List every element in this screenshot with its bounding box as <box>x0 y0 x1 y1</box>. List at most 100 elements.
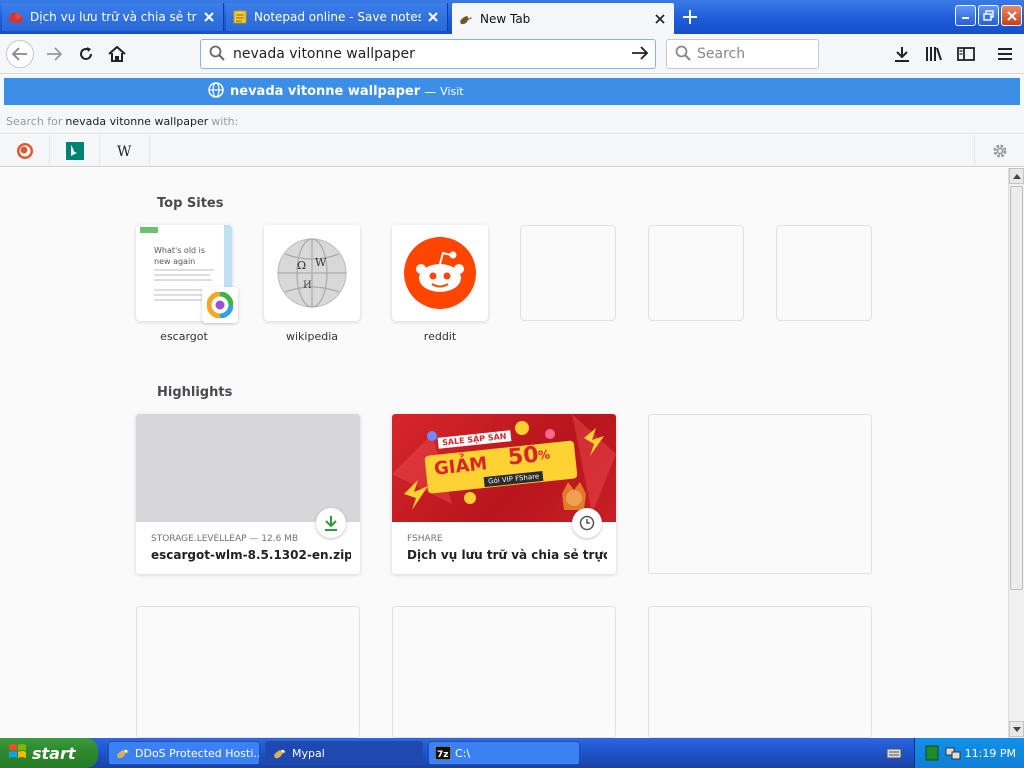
top-site-wikipedia[interactable]: Ω W И <box>264 225 360 321</box>
new-tab-page: Top Sites What's old is new again escarg… <box>0 168 1008 738</box>
top-site-escargot[interactable]: What's old is new again <box>136 225 238 323</box>
tab-fshare[interactable]: Dịch vụ lưu trữ và chia sẻ trực tuyến <box>2 3 224 31</box>
start-label: start <box>32 743 76 763</box>
navigation-toolbar: nevada vitonne wallpaper Search <box>0 34 1024 74</box>
escargot-favicon <box>202 287 238 323</box>
url-bar[interactable]: nevada vitonne wallpaper <box>200 39 656 69</box>
svg-text:W: W <box>117 144 132 158</box>
top-site-reddit[interactable] <box>392 225 488 321</box>
scroll-up-icon <box>1012 173 1021 179</box>
search-for-prefix: Search for <box>6 115 63 128</box>
restore-icon <box>983 10 994 21</box>
search-box[interactable]: Search <box>666 39 819 69</box>
windows-taskbar: start DDoS Protected Hosti... Mypal 7z C… <box>0 738 1024 768</box>
menu-button[interactable] <box>993 42 1017 66</box>
search-icon <box>209 45 225 64</box>
highlight-host: STORAGE.LEVELLEAP — 12.6 MB <box>151 534 299 544</box>
notepad-icon <box>232 9 248 25</box>
minimize-button[interactable] <box>955 5 976 26</box>
svg-text:Ω: Ω <box>297 259 306 272</box>
preview-heading: What's old is new again <box>154 246 206 266</box>
reload-icon <box>80 47 92 60</box>
clock[interactable]: 11:19 PM <box>965 747 1016 760</box>
tab-label: Notepad online - Save notes online <box>254 10 421 24</box>
search-settings-button[interactable] <box>974 135 1024 167</box>
tray-app-icon[interactable] <box>925 745 939 764</box>
suggestion-action: Visit <box>440 85 464 98</box>
engine-duckduckgo[interactable] <box>0 135 50 167</box>
tab-notepad[interactable]: Notepad online - Save notes online <box>226 3 448 31</box>
cloud-icon <box>8 9 24 25</box>
scroll-up-button[interactable] <box>1009 168 1024 184</box>
svg-text:И: И <box>303 280 312 291</box>
back-arrow-icon <box>12 47 27 61</box>
downloads-button[interactable] <box>890 42 914 66</box>
highlight-image-placeholder <box>136 414 360 522</box>
globe-icon <box>208 82 224 101</box>
download-icon <box>895 47 909 62</box>
clock-badge <box>572 508 602 538</box>
search-engine-row: W <box>0 135 1024 167</box>
bing-icon <box>65 142 84 160</box>
highlight-empty-slot <box>136 606 360 738</box>
wikipedia-globe-icon: Ω W И <box>277 238 347 308</box>
taskbar-item-ddos[interactable]: DDoS Protected Hosti... <box>108 741 260 765</box>
new-tab-button[interactable] <box>678 6 702 28</box>
autocomplete-suggestion[interactable]: nevada vitonne wallpaper — Visit <box>4 78 1020 105</box>
highlight-title: escargot-wlm-8.5.1302-en.zip <box>151 548 351 562</box>
keyboard-layout-icon[interactable] <box>886 745 902 761</box>
highlights-heading: Highlights <box>157 385 233 400</box>
search-for-suffix: with: <box>211 115 239 128</box>
restore-button[interactable] <box>978 5 999 26</box>
close-icon[interactable] <box>652 11 668 27</box>
close-icon[interactable] <box>201 9 217 25</box>
url-input[interactable]: nevada vitonne wallpaper <box>233 46 631 62</box>
highlight-card-fshare[interactable]: SALE SẬP SÀN GIẢM 50 % Gói VIP FShare FS… <box>392 414 616 574</box>
engine-bing[interactable] <box>50 135 100 167</box>
mypal-icon <box>272 745 288 761</box>
top-site-label: escargot <box>160 330 208 343</box>
vertical-scrollbar[interactable] <box>1008 168 1024 738</box>
highlight-empty-slot <box>648 606 872 738</box>
download-icon <box>325 516 337 531</box>
banner-percent-sign: % <box>537 447 551 463</box>
mypal-icon <box>115 745 131 761</box>
top-site-empty-slot[interactable] <box>776 225 872 321</box>
start-button[interactable]: start <box>0 738 98 768</box>
highlight-empty-slot <box>648 414 872 574</box>
highlight-host: FSHARE <box>407 534 443 544</box>
svg-text:7z: 7z <box>437 750 449 760</box>
highlight-empty-slot <box>392 606 616 738</box>
duckduckgo-icon <box>16 143 33 159</box>
engine-wikipedia[interactable]: W <box>100 135 150 167</box>
preview-logo <box>140 227 158 233</box>
reddit-icon <box>404 237 476 309</box>
sidebar-button[interactable] <box>954 42 978 66</box>
scroll-down-button[interactable] <box>1009 721 1024 737</box>
forward-button[interactable] <box>40 40 68 68</box>
close-window-button[interactable] <box>1001 5 1022 26</box>
search-for-row: Search for nevada vitonne wallpaper with… <box>0 110 1024 134</box>
taskbar-item-mypal[interactable]: Mypal <box>265 741 423 765</box>
tab-new-tab[interactable]: New Tab <box>452 3 674 34</box>
go-arrow-icon[interactable] <box>631 45 649 63</box>
library-button[interactable] <box>922 42 946 66</box>
title-bar: Dịch vụ lưu trữ và chia sẻ trực tuyến No… <box>0 0 1024 34</box>
back-button[interactable] <box>6 40 34 68</box>
network-icon[interactable] <box>945 745 961 764</box>
download-badge <box>316 508 346 538</box>
windows-logo-icon <box>8 742 28 764</box>
close-icon[interactable] <box>425 9 441 25</box>
top-site-empty-slot[interactable] <box>648 225 744 321</box>
banner-percent-value: 50 <box>506 442 540 471</box>
reload-button[interactable] <box>72 40 100 68</box>
minimize-icon <box>962 17 969 19</box>
scroll-thumb[interactable] <box>1010 186 1023 590</box>
highlight-title: Dịch vụ lưu trữ và chia sẻ trực t... <box>407 548 607 562</box>
highlight-card-escargot[interactable]: STORAGE.LEVELLEAP — 12.6 MB escargot-wlm… <box>136 414 360 574</box>
close-icon <box>1006 10 1017 21</box>
taskbar-item-c-drive[interactable]: 7z C:\ <box>428 741 580 765</box>
top-site-empty-slot[interactable] <box>520 225 616 321</box>
home-button[interactable] <box>103 40 131 68</box>
hamburger-icon <box>998 48 1012 60</box>
